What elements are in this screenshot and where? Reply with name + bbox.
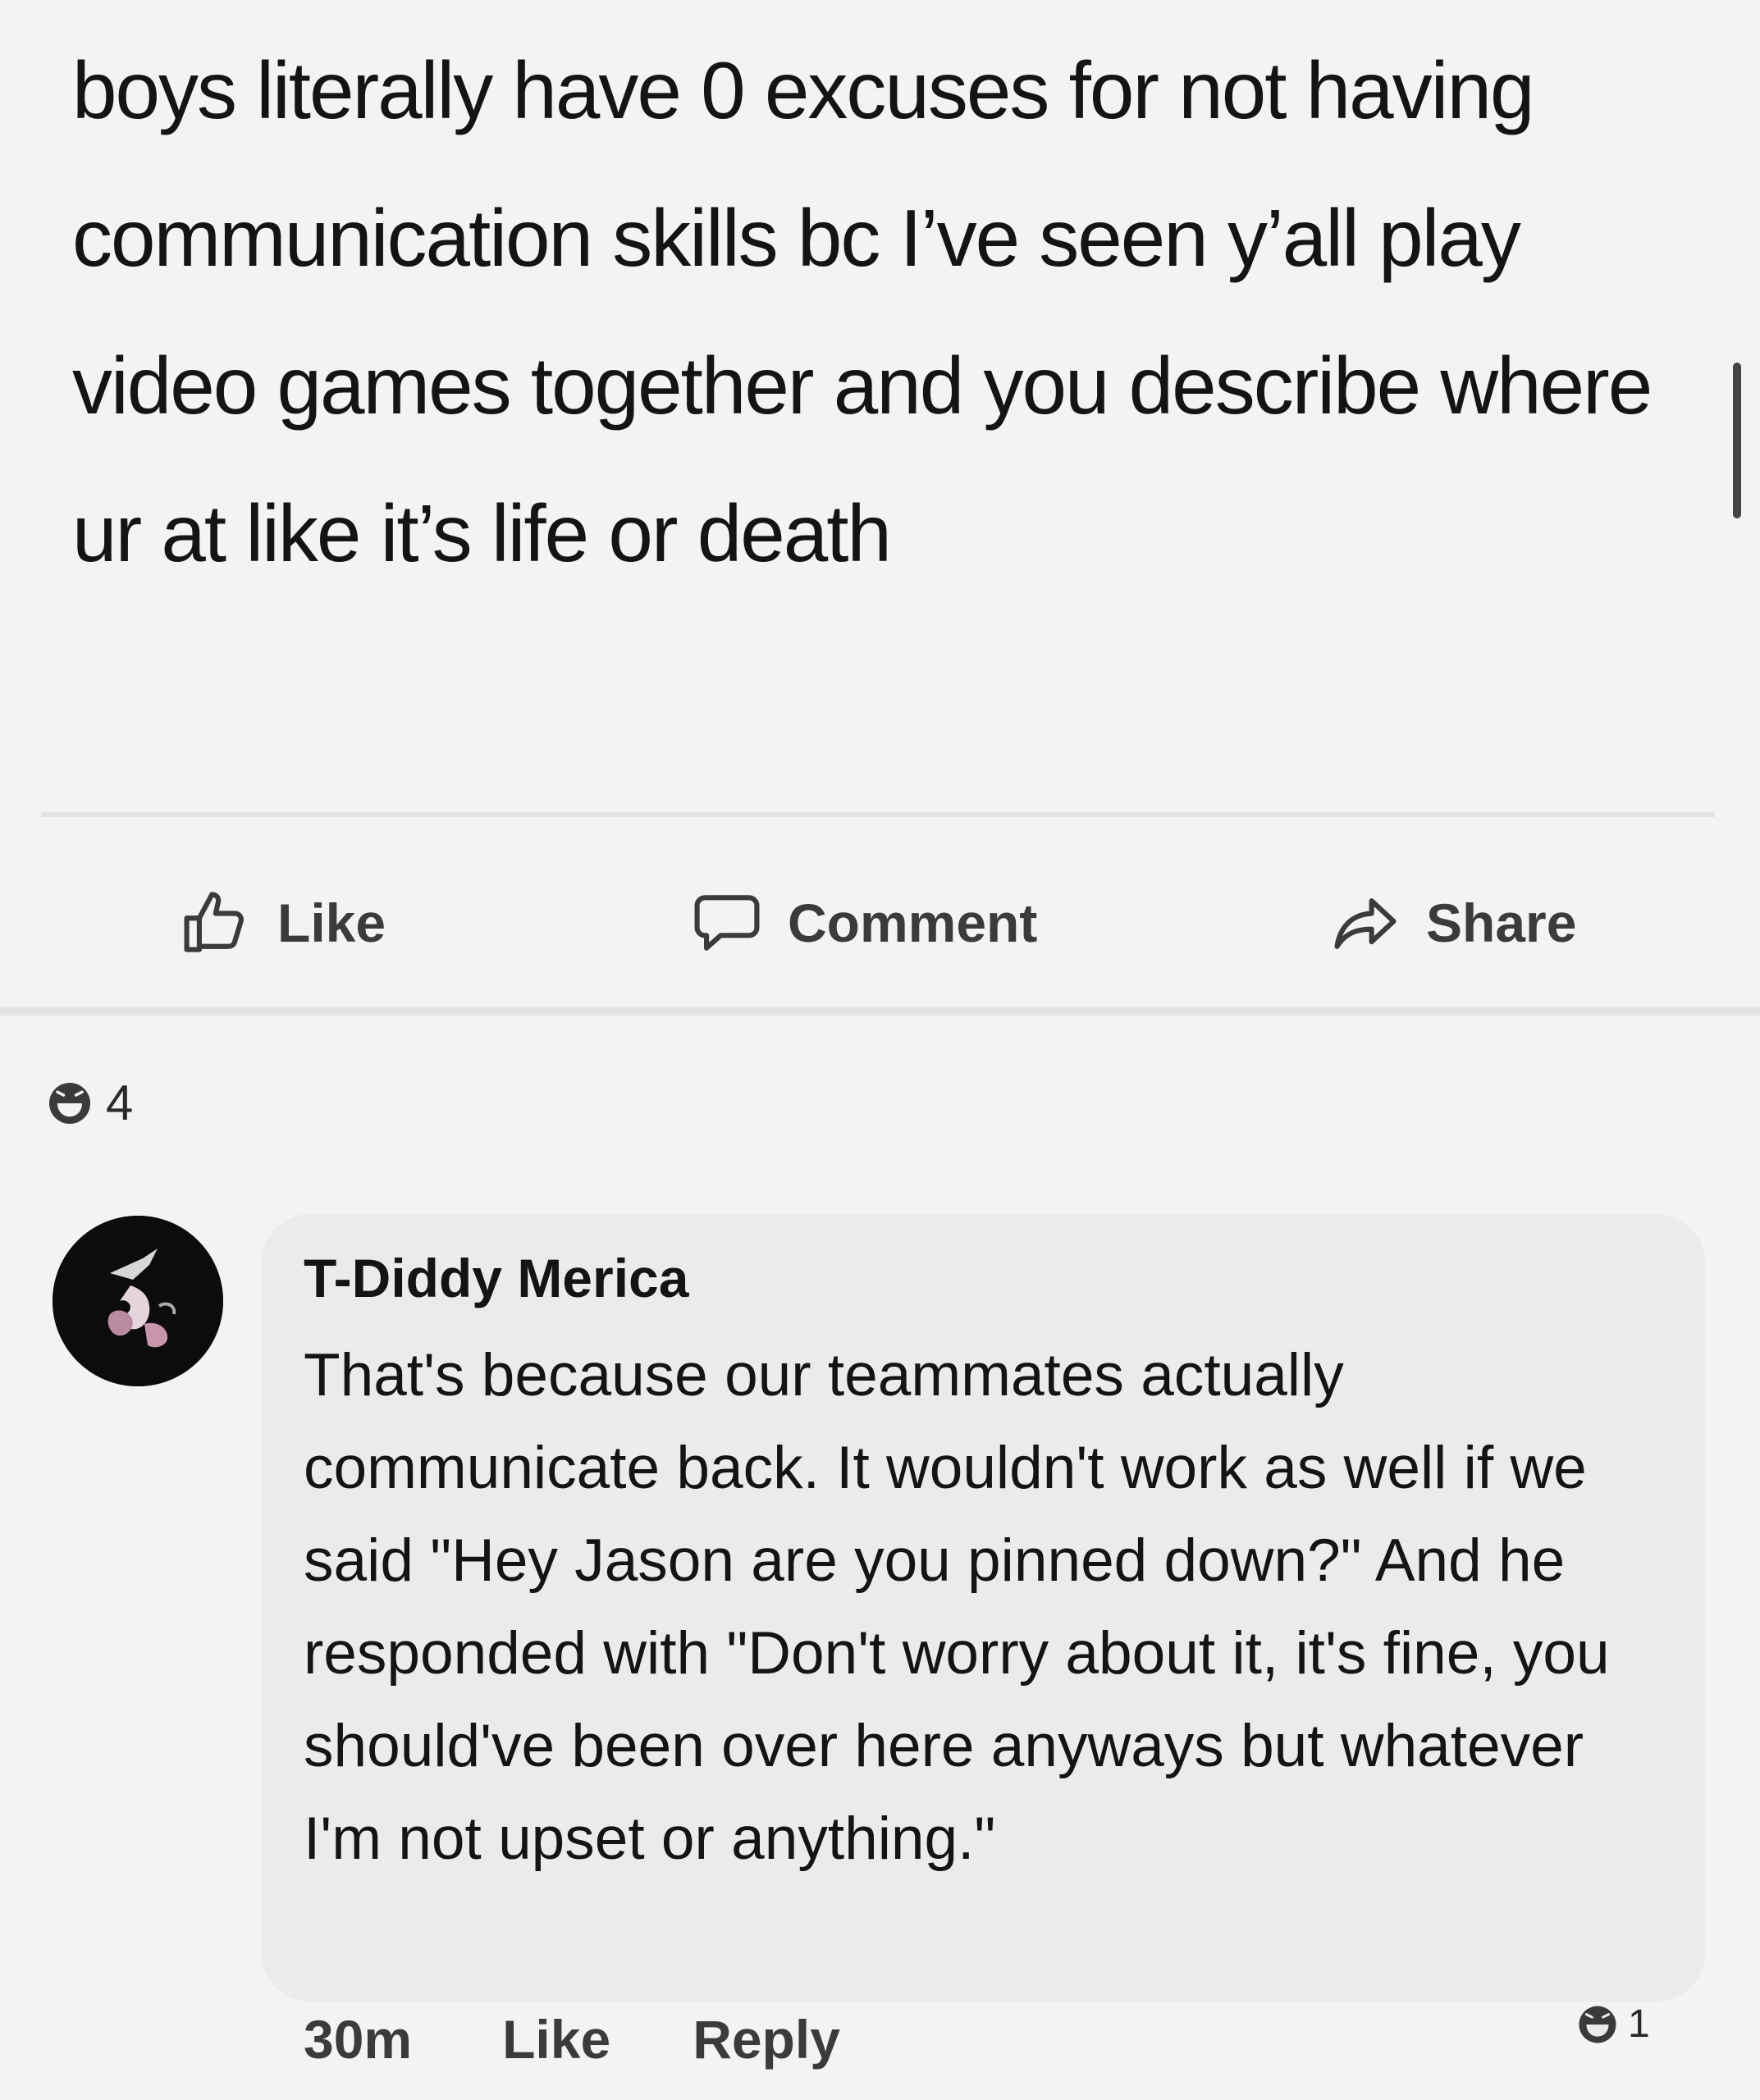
divider — [41, 812, 1715, 817]
post-body: boys literally have 0 excuses for not ha… — [72, 45, 1653, 578]
comment-reaction-summary[interactable]: 1 — [1575, 2002, 1650, 2047]
share-label: Share — [1426, 892, 1577, 953]
thumbs-up-icon — [184, 892, 244, 952]
avatar[interactable] — [53, 1216, 223, 1386]
comment-reply-button[interactable]: Reply — [693, 2008, 840, 2070]
avatar-image — [53, 1216, 223, 1386]
share-button[interactable]: Share — [1328, 874, 1576, 972]
share-arrow-icon — [1334, 898, 1397, 949]
scrollbar[interactable] — [1733, 363, 1741, 518]
speech-bubble-icon — [694, 895, 760, 951]
section-divider — [0, 1007, 1760, 1016]
post-actions-bar: Like Comment Share — [0, 874, 1760, 972]
comment-text: That's because our teammates actually co… — [304, 1342, 1610, 1872]
comment-like-button[interactable]: Like — [502, 2008, 610, 2070]
haha-emoji-icon — [1579, 2006, 1616, 2043]
like-button[interactable]: Like — [179, 874, 386, 972]
comment-author[interactable]: T-Diddy Merica — [304, 1247, 688, 1309]
comment-reaction-count: 1 — [1628, 2002, 1650, 2046]
haha-emoji-icon — [49, 1082, 90, 1124]
like-label: Like — [277, 892, 386, 953]
comment-button[interactable]: Comment — [689, 874, 1037, 972]
reaction-summary[interactable]: 4 — [45, 1075, 133, 1131]
comment-meta: 30m Like Reply — [304, 2008, 922, 2070]
reaction-count: 4 — [106, 1075, 134, 1130]
comment-label: Comment — [788, 892, 1038, 953]
comment-timestamp[interactable]: 30m — [304, 2008, 412, 2070]
